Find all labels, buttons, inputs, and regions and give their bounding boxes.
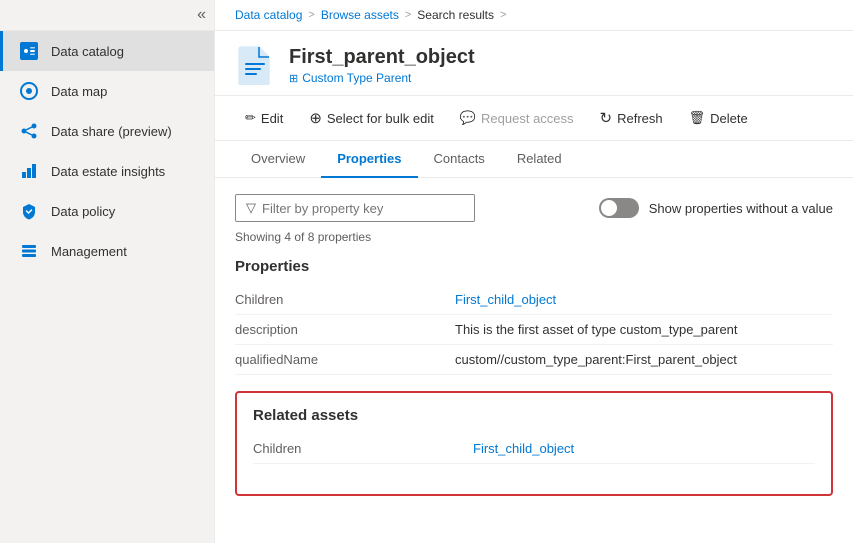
management-icon	[19, 241, 39, 261]
tab-contacts[interactable]: Contacts	[418, 141, 501, 178]
sidebar-item-label-data-map: Data map	[51, 84, 107, 99]
refresh-icon: ↻	[600, 109, 613, 127]
related-assets-box: Related assets Children First_child_obje…	[235, 391, 833, 496]
data-catalog-icon	[19, 41, 39, 61]
data-map-icon	[19, 81, 39, 101]
table-row: Children First_child_object	[235, 285, 833, 315]
filter-icon: ▽	[246, 200, 256, 216]
sidebar-item-data-policy[interactable]: Data policy	[0, 191, 214, 231]
related-prop-key-children: Children	[253, 434, 473, 464]
edit-label: Edit	[261, 111, 283, 126]
asset-subtitle[interactable]: ⊞ Custom Type Parent	[289, 71, 475, 85]
prop-link-children[interactable]: First_child_object	[455, 292, 556, 307]
properties-table: Children First_child_object description …	[235, 285, 833, 375]
refresh-button[interactable]: ↻ Refresh	[590, 104, 673, 132]
sidebar-collapse-button[interactable]: «	[197, 6, 206, 24]
sidebar-item-label-data-estate: Data estate insights	[51, 164, 165, 179]
prop-value-qualifiedname: custom//custom_type_parent:First_parent_…	[455, 345, 833, 375]
data-policy-icon	[19, 201, 39, 221]
pencil-icon: ✏	[245, 110, 256, 126]
tabs-container: Overview Properties Contacts Related	[215, 141, 853, 178]
properties-section: Properties Children First_child_object d…	[235, 258, 833, 375]
select-bulk-button[interactable]: ⊕ Select for bulk edit	[299, 104, 444, 132]
chat-icon: 💬	[460, 110, 476, 126]
showing-text: Showing 4 of 8 properties	[235, 230, 833, 244]
properties-section-title: Properties	[235, 258, 833, 275]
content-area: ▽ Show properties without a value Showin…	[215, 178, 853, 543]
sidebar-item-management[interactable]: Management	[0, 231, 214, 271]
trash-icon: 🗑	[689, 110, 706, 126]
sidebar-item-label-data-share: Data share (preview)	[51, 124, 172, 139]
asset-subtitle-text: Custom Type Parent	[302, 71, 411, 85]
asset-title: First_parent_object	[289, 45, 475, 69]
select-bulk-label: Select for bulk edit	[327, 111, 434, 126]
prop-key-description: description	[235, 315, 455, 345]
sidebar-item-label-data-policy: Data policy	[51, 204, 115, 219]
prop-value-children: First_child_object	[455, 285, 833, 315]
request-access-button[interactable]: 💬 Request access	[450, 105, 584, 131]
edit-button[interactable]: ✏ Edit	[235, 105, 293, 131]
breadcrumb-data-catalog[interactable]: Data catalog	[235, 8, 302, 22]
toggle-show-without-value[interactable]	[599, 198, 639, 218]
prop-key-children: Children	[235, 285, 455, 315]
refresh-label: Refresh	[617, 111, 663, 126]
breadcrumb-sep-1: >	[308, 9, 314, 21]
breadcrumb: Data catalog > Browse assets > Search re…	[215, 0, 853, 31]
related-prop-value-children: First_child_object	[473, 434, 815, 464]
sidebar: « Data catalog Data map	[0, 0, 215, 543]
toggle-label: Show properties without a value	[649, 201, 833, 216]
breadcrumb-search-results: Search results	[417, 8, 494, 22]
sidebar-collapse-area: «	[0, 0, 214, 31]
prop-value-description: This is the first asset of type custom_t…	[455, 315, 833, 345]
asset-title-block: First_parent_object ⊞ Custom Type Parent	[289, 45, 475, 85]
breadcrumb-sep-2: >	[405, 9, 411, 21]
table-row: Children First_child_object	[253, 434, 815, 464]
delete-button[interactable]: 🗑 Delete	[679, 105, 758, 131]
related-assets-table: Children First_child_object	[253, 434, 815, 464]
breadcrumb-sep-3: >	[500, 9, 506, 21]
delete-label: Delete	[710, 111, 748, 126]
table-row: description This is the first asset of t…	[235, 315, 833, 345]
toggle-knob	[601, 200, 617, 216]
filter-input-wrap[interactable]: ▽	[235, 194, 475, 222]
prop-key-qualifiedname: qualifiedName	[235, 345, 455, 375]
asset-header: First_parent_object ⊞ Custom Type Parent	[215, 31, 853, 96]
breadcrumb-browse-assets[interactable]: Browse assets	[321, 8, 399, 22]
tab-overview[interactable]: Overview	[235, 141, 321, 178]
plus-icon: ⊕	[309, 109, 322, 127]
sidebar-item-data-map[interactable]: Data map	[0, 71, 214, 111]
filter-row: ▽ Show properties without a value	[235, 194, 833, 222]
tab-properties[interactable]: Properties	[321, 141, 417, 178]
main-content: Data catalog > Browse assets > Search re…	[215, 0, 853, 543]
sidebar-item-label-management: Management	[51, 244, 127, 259]
data-share-icon	[19, 121, 39, 141]
tag-icon: ⊞	[289, 72, 298, 85]
filter-input[interactable]	[262, 201, 464, 216]
table-row: qualifiedName custom//custom_type_parent…	[235, 345, 833, 375]
tab-related[interactable]: Related	[501, 141, 578, 178]
related-prop-link-children[interactable]: First_child_object	[473, 441, 574, 456]
sidebar-item-data-estate[interactable]: Data estate insights	[0, 151, 214, 191]
sidebar-item-data-catalog[interactable]: Data catalog	[0, 31, 214, 71]
sidebar-item-label-data-catalog: Data catalog	[51, 44, 124, 59]
related-assets-title: Related assets	[253, 407, 815, 424]
file-icon	[235, 45, 275, 85]
toggle-wrap: Show properties without a value	[599, 198, 833, 218]
request-access-label: Request access	[481, 111, 574, 126]
data-estate-icon	[19, 161, 39, 181]
toolbar: ✏ Edit ⊕ Select for bulk edit 💬 Request …	[215, 96, 853, 141]
sidebar-item-data-share[interactable]: Data share (preview)	[0, 111, 214, 151]
